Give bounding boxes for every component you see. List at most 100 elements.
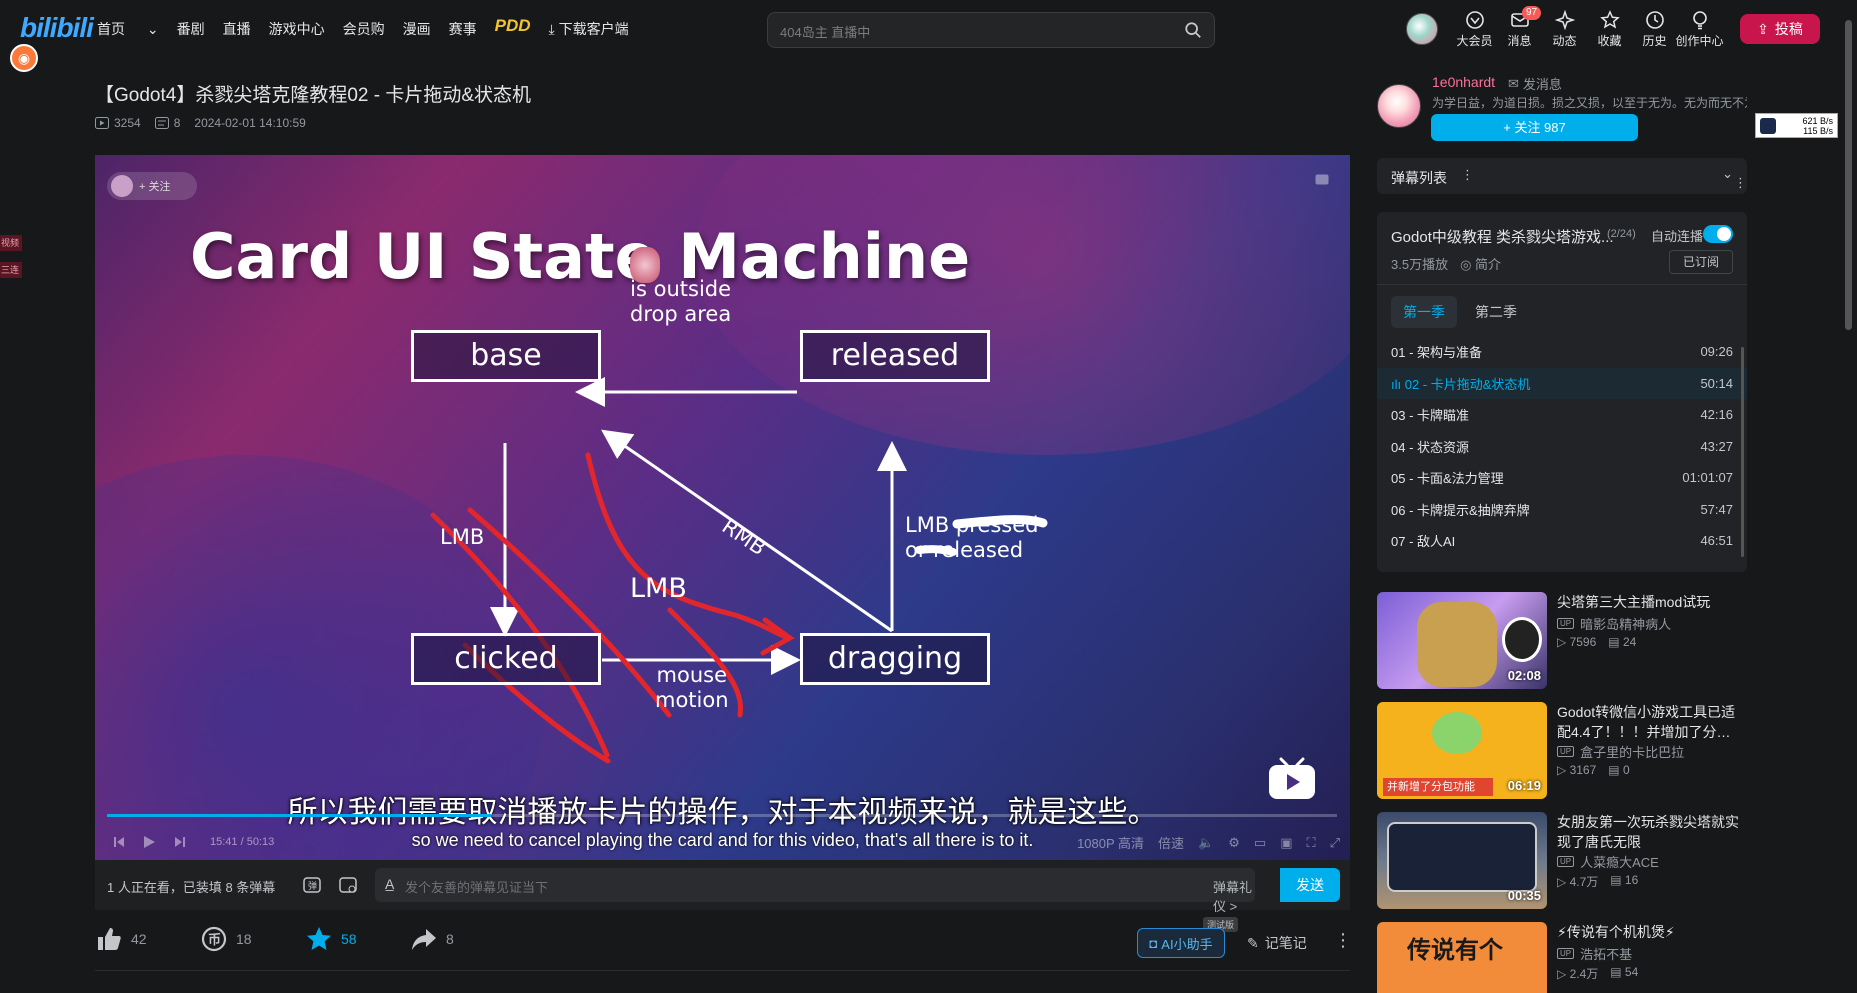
play-icon[interactable] <box>142 835 156 849</box>
episode-item[interactable]: 01 - 架构与准备 09:26 <box>1377 336 1747 368</box>
nav-download[interactable]: ⤓ 下载客户端 <box>549 19 647 39</box>
top-header: bilibili ◉ 首页 ⌄ 番剧 直播 游戏中心 会员购 漫画 赛事 PDD… <box>0 0 1857 72</box>
text-style-icon[interactable]: A̲ <box>385 876 394 892</box>
recommend-uploader[interactable]: UP 浩拓不基 <box>1557 944 1632 963</box>
ai-assistant-button[interactable]: ◘ AI小助手 <box>1137 928 1225 958</box>
uploader-avatar[interactable] <box>1377 84 1421 128</box>
recommend-uploader[interactable]: UP 人菜瘾大ACE <box>1557 852 1659 871</box>
recommend-title[interactable]: Godot转微信小游戏工具已适配4.4了！！！并增加了分… <box>1557 702 1747 742</box>
cursor-mascot <box>630 247 660 283</box>
menu-dots-icon[interactable]: ⋮ <box>1461 167 1474 183</box>
video-thumbnail[interactable]: 并新增了分包功能 06:19 <box>1377 702 1547 799</box>
uploader-name[interactable]: 1e0nhardt <box>1432 74 1495 90</box>
playlist-scrollbar[interactable] <box>1741 347 1744 557</box>
side-tag-triple[interactable]: 三连 <box>0 262 22 278</box>
mascot-icon[interactable]: ◉ <box>10 44 38 72</box>
coin-button[interactable]: 币 18 <box>200 925 305 953</box>
episode-item[interactable]: 07 - 敌人AI 46:51 <box>1377 525 1747 557</box>
dynamic-button[interactable]: 动态 <box>1542 10 1587 49</box>
up-tag-icon: UP <box>1557 618 1575 629</box>
nav-manga[interactable]: 漫画 <box>403 19 431 39</box>
message-button[interactable]: 消息 97 <box>1497 6 1542 49</box>
playing-icon: ılı <box>1391 376 1405 392</box>
recommend-item[interactable]: 并新增了分包功能 06:19 Godot转微信小游戏工具已适配4.4了！！！并增… <box>1377 702 1747 802</box>
autoplay-toggle[interactable] <box>1703 225 1733 243</box>
send-danmaku-button[interactable]: 发送 <box>1280 868 1340 902</box>
playlist-title[interactable]: Godot中级教程 类杀戮尖塔游戏... <box>1391 226 1614 247</box>
web-fullscreen-icon[interactable]: ⛶ <box>1306 835 1315 851</box>
nav-shop[interactable]: 会员购 <box>343 19 385 39</box>
side-tag-video[interactable]: 视频 <box>0 235 22 251</box>
like-button[interactable]: 42 <box>95 925 200 953</box>
search-icon[interactable] <box>1184 21 1202 39</box>
user-avatar[interactable] <box>1406 13 1438 45</box>
edge-label-lmb-middle: LMB <box>630 573 687 604</box>
subscribed-button[interactable]: 已订阅 <box>1669 250 1733 274</box>
nav-anime[interactable]: 番剧 <box>177 19 205 39</box>
take-note-button[interactable]: ✎ 记笔记 <box>1247 933 1307 953</box>
danmaku-etiquette-link[interactable]: 弹幕礼仪 > <box>1213 877 1255 915</box>
follow-uploader-button[interactable]: + 关注 987 <box>1431 114 1638 141</box>
quality-selector[interactable]: 1080P 高清 <box>1077 833 1144 852</box>
state-released: released <box>800 330 990 382</box>
nav-game-center[interactable]: 游戏中心 <box>269 19 325 39</box>
recommend-item[interactable]: 02:08 尖塔第三大主播mod试玩 UP 暗影岛精神病人 ▷ 7596 ▤ 24 <box>1377 592 1747 692</box>
recommend-uploader[interactable]: UP 暗影岛精神病人 <box>1557 614 1671 633</box>
episode-item[interactable]: 03 - 卡牌瞄准 42:16 <box>1377 399 1747 431</box>
danmaku-toggle-icon[interactable]: 弹 <box>302 875 322 895</box>
intro-link[interactable]: ◎ 简介 <box>1460 254 1501 273</box>
progress-bar[interactable] <box>107 814 1337 817</box>
upload-button[interactable]: ⇪ 投稿 <box>1740 14 1820 44</box>
chevron-down-icon[interactable]: ⌄ <box>1722 166 1733 182</box>
settings-icon[interactable]: ⚙ <box>1228 835 1240 851</box>
fullscreen-icon[interactable]: ⤢ <box>1330 835 1340 851</box>
tab-season-1[interactable]: 第一季 <box>1391 296 1457 328</box>
nav-live[interactable]: 直播 <box>223 19 251 39</box>
video-player[interactable]: + 关注 Card UI State Machine base released… <box>95 155 1350 860</box>
video-thumbnail[interactable]: 传说有个 <box>1377 922 1547 993</box>
favorite-button[interactable]: 收藏 <box>1587 10 1632 49</box>
episode-item-active[interactable]: ılı 02 - 卡片拖动&状态机 50:14 <box>1377 367 1747 399</box>
playlist-stats: 3.5万播放 ◎ 简介 <box>1391 254 1501 273</box>
recommend-title[interactable]: 尖塔第三大主播mod试玩 <box>1557 592 1747 612</box>
bilibili-logo[interactable]: bilibili <box>20 12 94 44</box>
recommend-title[interactable]: ⚡传说有个机机煲⚡ <box>1557 922 1747 942</box>
recommend-item[interactable]: 传说有个 ⚡传说有个机机煲⚡ UP 浩拓不基 ▷ 2.4万 ▤ 54 <box>1377 922 1747 993</box>
episode-item[interactable]: 05 - 卡面&法力管理 01:01:07 <box>1377 462 1747 494</box>
send-message-link[interactable]: ✉ 发消息 <box>1508 74 1562 93</box>
video-thumbnail[interactable]: 02:08 <box>1377 592 1547 689</box>
video-thumbnail[interactable]: 00:35 <box>1377 812 1547 909</box>
history-button[interactable]: 历史 <box>1632 10 1677 49</box>
mail-icon: ✉ <box>1508 75 1519 91</box>
page-scrollbar[interactable] <box>1845 20 1852 330</box>
creator-button[interactable]: 创作中心 <box>1676 10 1724 49</box>
nav-home[interactable]: 首页 ⌄ <box>97 19 159 39</box>
nav-esports[interactable]: 赛事 <box>449 19 477 39</box>
more-options-icon[interactable]: ⋮ <box>1334 930 1352 951</box>
search-box[interactable]: 404岛主 直播中 <box>767 12 1215 48</box>
edge-label-lmb-pressed: LMB pressed or released <box>905 513 1039 563</box>
tab-season-2[interactable]: 第二季 <box>1463 296 1529 328</box>
danmaku-list-toggle[interactable]: 弹幕列表 ⋮ ⌄ <box>1377 158 1747 194</box>
danmaku-settings-icon[interactable] <box>338 875 358 895</box>
volume-icon[interactable]: 🔈 <box>1198 835 1214 851</box>
pip-icon[interactable]: ▭ <box>1254 835 1266 851</box>
speed-selector[interactable]: 倍速 <box>1158 833 1184 852</box>
vip-button[interactable]: 大会员 <box>1452 10 1497 49</box>
nav-pdd[interactable]: PDD <box>495 16 531 39</box>
episode-item[interactable]: 04 - 状态资源 43:27 <box>1377 431 1747 463</box>
prev-icon[interactable] <box>113 836 125 848</box>
danmaku-input[interactable]: A̲ 发个友善的弹幕见证当下 弹幕礼仪 > <box>375 868 1255 914</box>
episode-item[interactable]: 06 - 卡牌提示&抽牌弃牌 57:47 <box>1377 494 1747 526</box>
next-icon[interactable] <box>174 836 186 848</box>
settings-dots-icon[interactable]: ⋮ <box>1734 175 1747 191</box>
recommend-uploader[interactable]: UP 盒子里的卡比巴拉 <box>1557 742 1684 761</box>
recommend-title[interactable]: 女朋友第一次玩杀戮尖塔就实现了唐氏无限 <box>1557 812 1747 852</box>
recommend-item[interactable]: 00:35 女朋友第一次玩杀戮尖塔就实现了唐氏无限 UP 人菜瘾大ACE ▷ 4.… <box>1377 812 1747 912</box>
uploader-description: 为学日益，为道日损。损之又损，以至于无为。无为而无不为 <box>1432 96 1747 110</box>
search-input[interactable]: 404岛主 直播中 <box>780 22 870 41</box>
share-button[interactable]: 8 <box>410 925 515 953</box>
state-clicked: clicked <box>411 633 601 685</box>
favorite-video-button[interactable]: 58 <box>305 925 410 953</box>
wide-screen-icon[interactable]: ▣ <box>1280 835 1292 851</box>
